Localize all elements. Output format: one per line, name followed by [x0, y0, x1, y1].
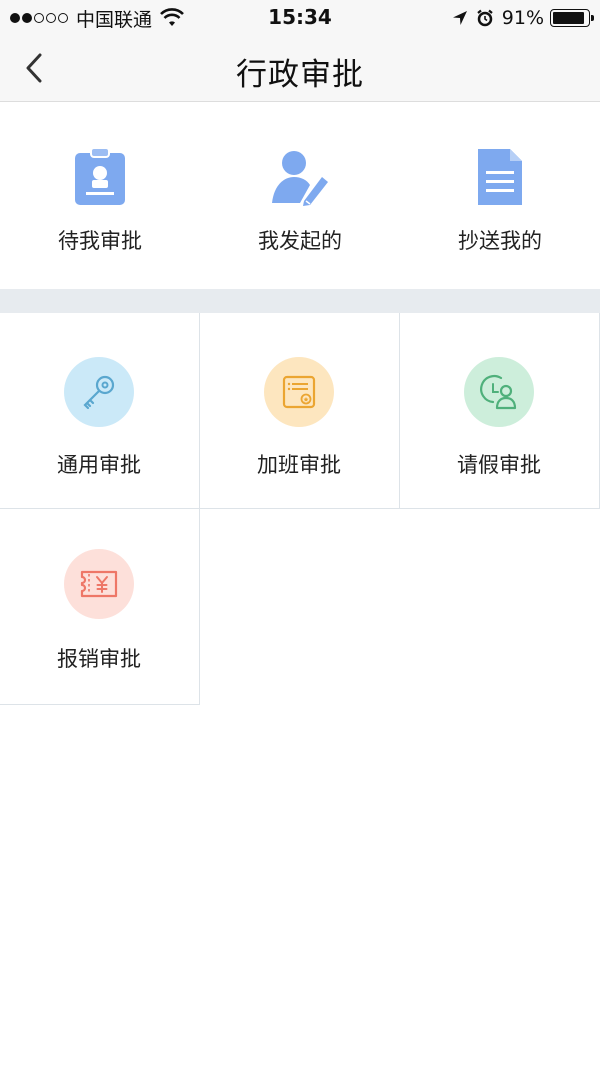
approval-label: 报销审批 [57, 647, 141, 671]
approval-overtime[interactable]: 加班审批 [200, 313, 400, 509]
section-divider [0, 289, 600, 313]
battery-level [553, 12, 584, 24]
approval-label: 加班审批 [257, 453, 341, 477]
leave-person-clock-icon [464, 357, 534, 427]
status-bar: 中国联通 15:34 91% [0, 0, 600, 36]
navigation-bar: 行政审批 [0, 36, 600, 102]
quick-action-initiated-by-me[interactable]: 我发起的 [200, 103, 400, 289]
battery-percent: 91% [501, 7, 544, 29]
battery-icon [550, 9, 594, 27]
quick-action-label: 待我审批 [58, 229, 142, 253]
quick-action-cc-to-me[interactable]: 抄送我的 [400, 103, 600, 289]
page-title: 行政审批 [236, 57, 364, 93]
key-icon [64, 357, 134, 427]
quick-action-label: 我发起的 [258, 229, 342, 253]
user-edit-icon [270, 145, 330, 209]
reimburse-ticket-icon [64, 549, 134, 619]
approval-general[interactable]: 通用审批 [0, 313, 200, 509]
location-arrow-icon [452, 11, 467, 25]
document-icon [470, 145, 530, 209]
alarm-icon [477, 9, 493, 27]
approval-reimbursement[interactable]: 报销审批 [0, 509, 200, 705]
status-right: 91% [452, 6, 594, 30]
approval-leave[interactable]: 请假审批 [400, 313, 600, 509]
quick-action-pending-approval[interactable]: 待我审批 [0, 103, 200, 289]
approval-label: 通用审批 [57, 453, 141, 477]
quick-action-label: 抄送我的 [458, 229, 542, 253]
overtime-card-icon [264, 357, 334, 427]
id-badge-icon [70, 145, 130, 209]
quick-actions: 待我审批 我发起的 抄送我的 [0, 103, 600, 289]
approval-label: 请假审批 [457, 453, 541, 477]
